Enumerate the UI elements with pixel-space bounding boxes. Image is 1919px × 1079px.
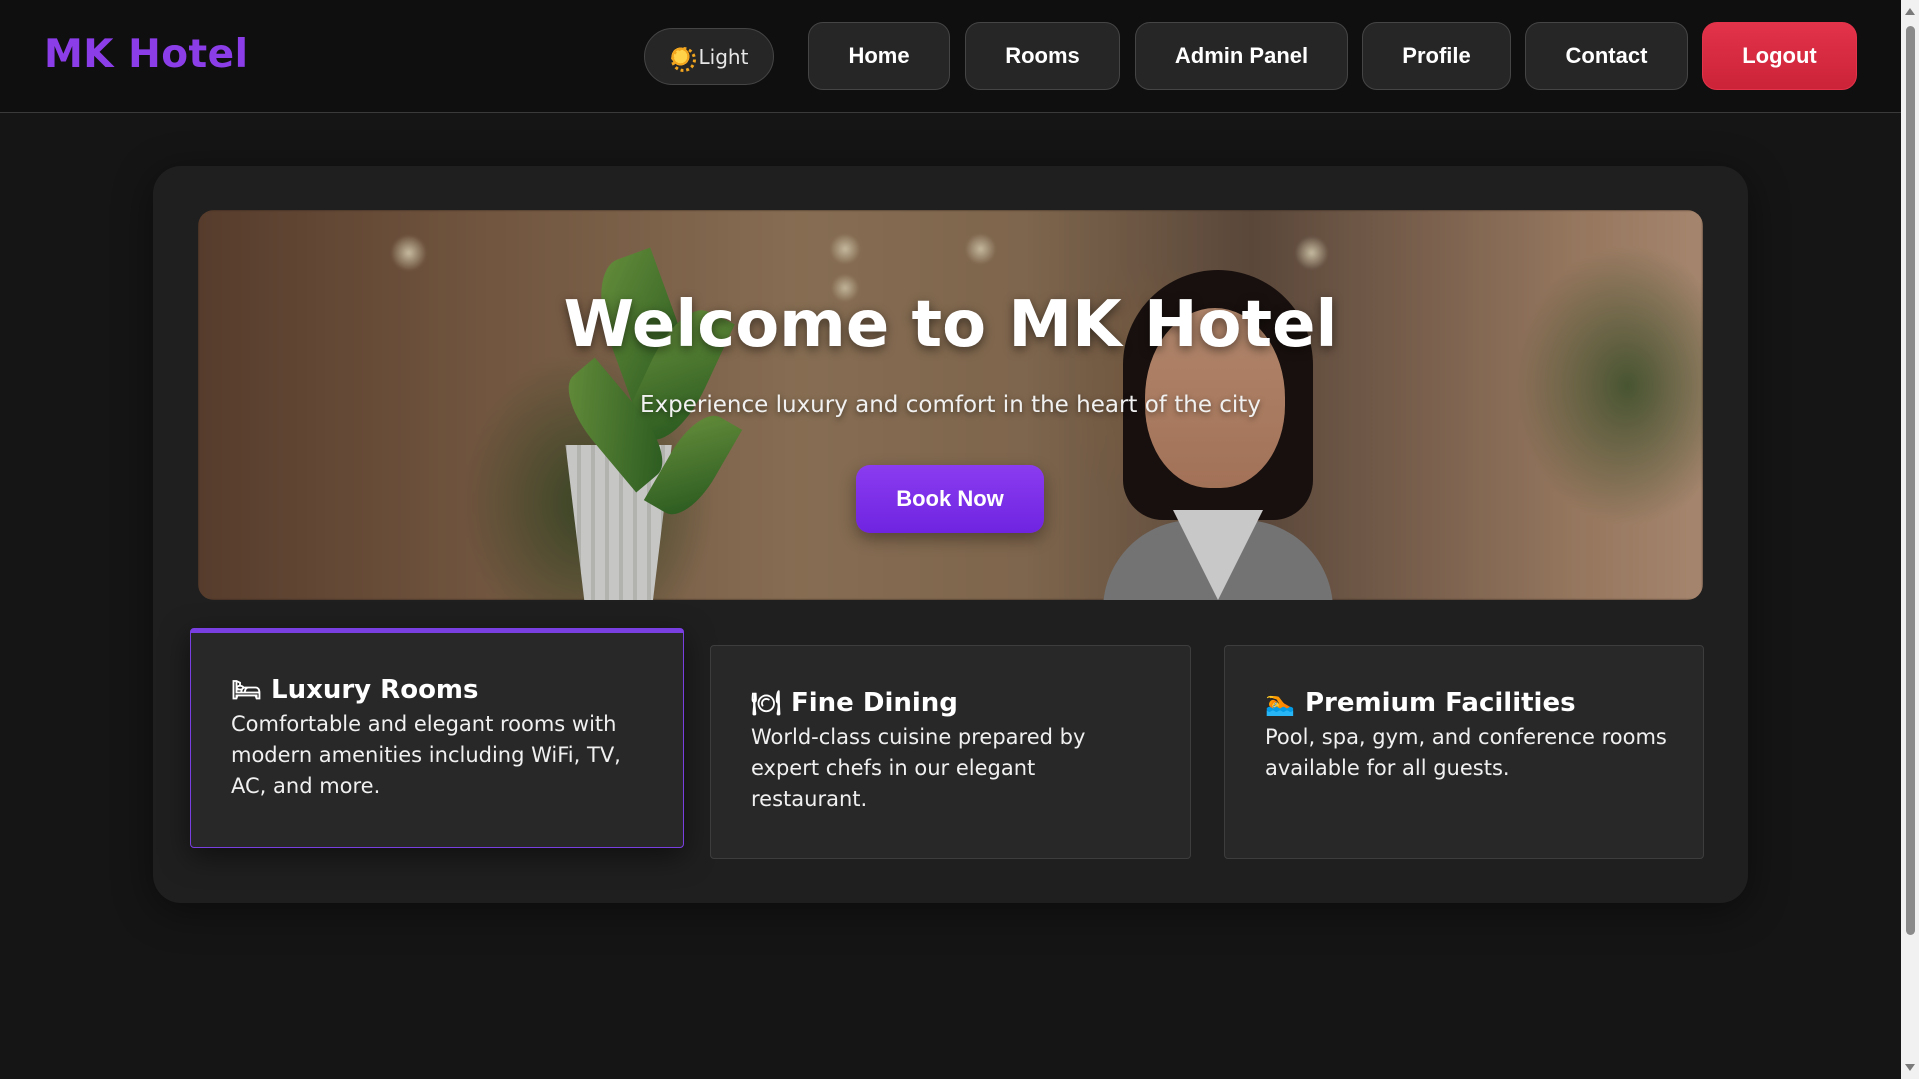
- sun-icon: [669, 46, 696, 72]
- theme-toggle-button[interactable]: Light: [644, 28, 774, 85]
- feature-title-text: Premium Facilities: [1305, 688, 1576, 718]
- nav-home-button[interactable]: Home: [808, 22, 950, 90]
- bed-icon: 🛏: [231, 676, 262, 704]
- scroll-up-arrow-icon[interactable]: [1905, 8, 1915, 15]
- book-now-button[interactable]: Book Now: [856, 465, 1044, 533]
- feature-description: Comfortable and elegant rooms with moder…: [231, 712, 621, 798]
- feature-title: 🛏 Luxury Rooms: [231, 675, 643, 705]
- theme-toggle-label: Light: [698, 44, 749, 69]
- top-navbar: MK Hotel Light Home Rooms Admin Panel Pr…: [0, 0, 1901, 113]
- feature-card-luxury-rooms[interactable]: 🛏 Luxury Rooms Comfortable and elegant r…: [190, 628, 684, 848]
- page-scrollbar[interactable]: [1901, 0, 1919, 1079]
- scrollbar-thumb[interactable]: [1906, 26, 1915, 935]
- feature-description: Pool, spa, gym, and conference rooms ava…: [1265, 725, 1667, 780]
- nav-profile-button[interactable]: Profile: [1362, 22, 1511, 90]
- hero-banner: Welcome to MK Hotel Experience luxury an…: [198, 210, 1703, 600]
- nav-contact-button[interactable]: Contact: [1525, 22, 1688, 90]
- swimmer-icon: 🏊: [1265, 689, 1295, 717]
- feature-card-fine-dining[interactable]: 🍽 Fine Dining World-class cuisine prepar…: [710, 645, 1191, 859]
- hero-subtitle: Experience luxury and comfort in the hea…: [640, 392, 1261, 418]
- feature-card-premium-facilities[interactable]: 🏊 Premium Facilities Pool, spa, gym, and…: [1224, 645, 1704, 859]
- feature-title-text: Luxury Rooms: [271, 675, 479, 705]
- feature-title: 🍽 Fine Dining: [751, 688, 1150, 718]
- nav-rooms-button[interactable]: Rooms: [965, 22, 1120, 90]
- feature-title-text: Fine Dining: [791, 688, 958, 718]
- plate-icon: 🍽: [751, 689, 782, 717]
- nav-admin-panel-button[interactable]: Admin Panel: [1135, 22, 1348, 90]
- hero-title: Welcome to MK Hotel: [563, 288, 1338, 362]
- scroll-down-arrow-icon[interactable]: [1905, 1064, 1915, 1071]
- brand-logo[interactable]: MK Hotel: [44, 32, 249, 77]
- feature-title: 🏊 Premium Facilities: [1265, 688, 1673, 718]
- feature-description: World-class cuisine prepared by expert c…: [751, 725, 1086, 811]
- logout-button[interactable]: Logout: [1702, 22, 1857, 90]
